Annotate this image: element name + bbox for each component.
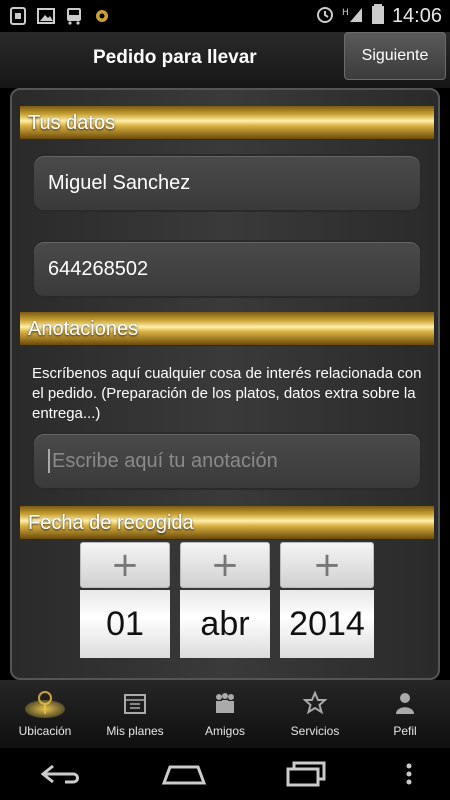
tab-my-plans-label: Mis planes [106, 724, 164, 738]
battery-icon [371, 3, 384, 29]
day-value[interactable]: 01 [80, 590, 170, 658]
year-picker: + 2014 [280, 542, 374, 662]
order-form-panel: Tus datos Miguel Sanchez 644268502 Anota… [10, 88, 440, 680]
star-icon [302, 690, 328, 716]
page-title: Pedido para llevar [93, 47, 257, 68]
section-pickup-date: Fecha de recogida [20, 506, 434, 540]
svg-text:H: H [342, 8, 349, 18]
phone-field[interactable]: 644268502 [32, 240, 422, 298]
tab-location[interactable]: Ubicación [0, 680, 90, 748]
tab-my-plans[interactable]: Mis planes [90, 680, 180, 748]
tab-location-label: Ubicación [18, 724, 72, 738]
text-caret [48, 449, 50, 473]
more-vert-icon [406, 763, 412, 785]
bus-icon [64, 6, 84, 26]
clock: 14:06 [391, 4, 442, 27]
notes-description: Escríbenos aquí cualquier cosa de interé… [32, 365, 422, 422]
home-button[interactable] [154, 754, 214, 794]
bottom-tab-bar: Ubicación Mis planes Amigos Servicios Pe… [0, 680, 450, 748]
day-increment-button[interactable]: + [80, 542, 170, 588]
home-icon [161, 765, 206, 785]
header: Pedido para llevar Siguiente [0, 32, 450, 88]
overflow-menu-button[interactable] [399, 754, 419, 794]
calendar-icon [122, 690, 148, 716]
location-icon [32, 690, 58, 716]
recents-button[interactable] [276, 754, 336, 794]
tab-friends[interactable]: Amigos [180, 680, 270, 748]
name-field[interactable]: Miguel Sanchez [32, 154, 422, 212]
month-picker: + abr [180, 542, 270, 662]
sim-icon [8, 6, 28, 26]
signal-icon: H [342, 5, 364, 28]
month-value[interactable]: abr [180, 590, 270, 658]
section-notes: Anotaciones [20, 312, 434, 346]
image-icon [36, 6, 56, 26]
alarm-icon [316, 5, 334, 28]
status-bar: H 14:06 [0, 0, 450, 32]
phone-value: 644268502 [48, 257, 149, 280]
month-increment-button[interactable]: + [180, 542, 270, 588]
profile-icon [392, 690, 418, 716]
tab-services-label: Servicios [290, 724, 340, 738]
year-value[interactable]: 2014 [280, 590, 374, 658]
tab-profile[interactable]: Pefil [360, 680, 450, 748]
system-nav-bar [0, 748, 450, 800]
tab-profile-label: Pefil [393, 724, 417, 738]
note-input[interactable]: Escribe aquí tu anotación [32, 432, 422, 490]
back-icon [40, 764, 80, 784]
tab-friends-label: Amigos [204, 724, 245, 738]
gear-icon [92, 6, 112, 26]
name-value: Miguel Sanchez [48, 171, 191, 194]
year-increment-button[interactable]: + [280, 542, 374, 588]
friends-icon [212, 690, 238, 716]
section-your-data: Tus datos [20, 106, 434, 140]
next-button[interactable]: Siguiente [344, 32, 446, 80]
back-button[interactable] [31, 754, 91, 794]
note-placeholder: Escribe aquí tu anotación [52, 449, 278, 472]
recents-icon [286, 761, 326, 787]
tab-services[interactable]: Servicios [270, 680, 360, 748]
day-picker: + 01 [80, 542, 170, 662]
